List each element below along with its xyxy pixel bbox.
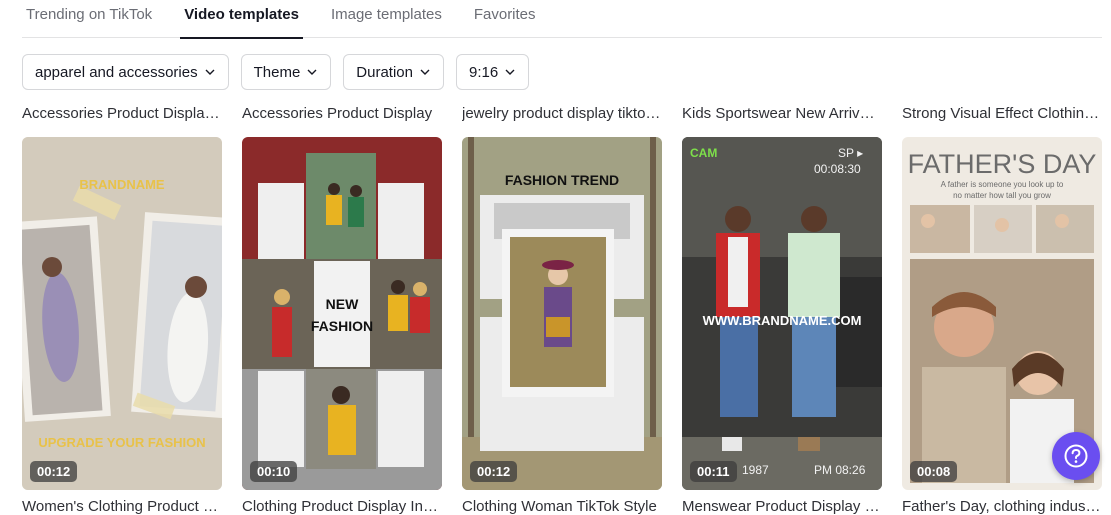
card-top-title: jewelry product display tiktok... <box>462 105 662 122</box>
tab-image-templates[interactable]: Image templates <box>327 0 446 38</box>
aspect-ratio-filter-dropdown[interactable]: 9:16 <box>456 54 530 90</box>
question-icon <box>1064 444 1088 468</box>
card-top-title: Accessories Product Display <box>242 105 433 122</box>
overlay-website: WWW.BRANDNAME.COM <box>703 313 862 328</box>
template-card[interactable]: Kids Sportswear New Arrival ... CAM SP ▸… <box>682 102 882 515</box>
thumbnail-artwork: FASHION TREND <box>462 137 662 490</box>
chevron-down-icon <box>307 69 317 75</box>
overlay-clock: PM 08:26 <box>814 463 866 477</box>
template-thumbnail[interactable]: FASHION TREND 00:12 <box>462 137 662 490</box>
card-top-title: Kids Sportswear New Arrival ... <box>682 105 882 122</box>
template-card[interactable]: jewelry product display tiktok... FASHIO… <box>462 102 662 515</box>
overlay-fashion-trend: FASHION TREND <box>505 172 619 188</box>
template-thumbnail[interactable]: NEW FASHION 00:10 <box>242 137 442 490</box>
card-caption: Menswear Product Display B... <box>682 498 882 515</box>
overlay-fathers-day: FATHER'S DAY <box>908 149 1097 179</box>
filter-bar: apparel and accessories Theme Duration 9… <box>22 54 530 90</box>
chevron-down-icon <box>505 69 515 75</box>
tab-video-templates[interactable]: Video templates <box>180 0 303 39</box>
template-card[interactable]: Accessories Product Display ... BRANDNAM… <box>22 102 222 515</box>
chevron-down-icon <box>205 69 215 75</box>
help-button[interactable] <box>1052 432 1100 480</box>
template-card[interactable]: Accessories Product Display NEW FASHION … <box>242 102 442 515</box>
tab-trending-on-tiktok[interactable]: Trending on TikTok <box>22 0 156 38</box>
card-caption: Clothing Product Display In a ... <box>242 498 442 515</box>
card-caption: Clothing Woman TikTok Style <box>462 498 657 515</box>
card-caption: Father's Day, clothing industr... <box>902 498 1102 515</box>
duration-badge: 00:12 <box>470 461 518 482</box>
overlay-cam: CAM <box>690 146 717 160</box>
card-caption: Women's Clothing Product Di... <box>22 498 222 515</box>
duration-filter-label: Duration <box>356 63 413 81</box>
duration-badge: 00:11 <box>690 461 737 482</box>
duration-badge: 00:12 <box>30 461 78 482</box>
template-thumbnail[interactable]: CAM SP ▸ 00:08:30 WWW.BRANDNAME.COM 1987… <box>682 137 882 490</box>
overlay-year: 1987 <box>742 463 769 477</box>
template-thumbnail[interactable]: BRANDNAME UPGRADE YOUR FASHION 00:12 <box>22 137 222 490</box>
duration-badge: 00:08 <box>910 461 958 482</box>
thumbnail-artwork: CAM SP ▸ 00:08:30 WWW.BRANDNAME.COM 1987… <box>682 137 882 490</box>
thumbnail-artwork: BRANDNAME UPGRADE YOUR FASHION <box>22 137 222 490</box>
industry-filter-dropdown[interactable]: apparel and accessories <box>22 54 229 90</box>
duration-filter-dropdown[interactable]: Duration <box>343 54 444 90</box>
theme-filter-dropdown[interactable]: Theme <box>240 54 332 90</box>
overlay-brandname: BRANDNAME <box>79 177 165 192</box>
overlay-new: NEW <box>326 296 359 312</box>
card-top-title: Strong Visual Effect Clothing ... <box>902 105 1102 122</box>
overlay-timer: 00:08:30 <box>814 162 861 176</box>
thumbnail-artwork: NEW FASHION <box>242 137 442 490</box>
duration-badge: 00:10 <box>250 461 298 482</box>
chevron-down-icon <box>420 69 430 75</box>
aspect-ratio-filter-label: 9:16 <box>469 63 499 81</box>
card-top-title: Accessories Product Display ... <box>22 105 222 122</box>
overlay-slogan: UPGRADE YOUR FASHION <box>38 435 205 450</box>
overlay-quote-line-1: A father is someone you look up to <box>941 180 1064 189</box>
overlay-quote-line-2: no matter how tall you grow <box>953 191 1051 200</box>
theme-filter-label: Theme <box>253 63 301 81</box>
industry-filter-label: apparel and accessories <box>35 63 198 81</box>
tab-favorites[interactable]: Favorites <box>470 0 540 38</box>
template-grid: Accessories Product Display ... BRANDNAM… <box>22 102 1102 515</box>
overlay-fashion: FASHION <box>311 318 373 334</box>
overlay-sp: SP ▸ <box>838 146 863 160</box>
template-tabs: Trending on TikTok Video templates Image… <box>22 0 1102 39</box>
